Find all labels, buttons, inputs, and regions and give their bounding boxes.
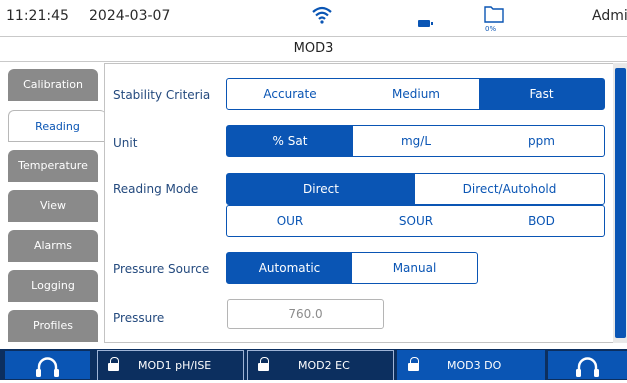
headset-icon bbox=[36, 357, 59, 377]
reading-mode-option-direct[interactable]: Direct bbox=[227, 174, 415, 204]
module-tab-label: MOD2 EC bbox=[298, 359, 350, 372]
user-name[interactable]: Admin bbox=[592, 8, 627, 24]
battery-icon bbox=[418, 13, 434, 27]
unit-label: Unit bbox=[113, 136, 138, 150]
tab-alarms[interactable]: Alarms bbox=[8, 230, 98, 262]
pressure-input[interactable]: 760.0 bbox=[227, 299, 384, 329]
reading-mode-label: Reading Mode bbox=[113, 182, 199, 196]
reading-mode-option-autohold[interactable]: Direct/Autohold bbox=[415, 174, 604, 204]
reading-mode-option-sour[interactable]: SOUR bbox=[353, 206, 479, 236]
unit-option-mgl[interactable]: mg/L bbox=[353, 126, 479, 156]
headset-icon bbox=[576, 357, 599, 377]
lock-icon bbox=[108, 357, 119, 371]
tab-reading[interactable]: Reading bbox=[8, 110, 106, 142]
tab-logging[interactable]: Logging bbox=[8, 270, 98, 302]
scrollbar-thumb[interactable] bbox=[615, 68, 626, 338]
module-tab-mod3[interactable]: MOD3 DO bbox=[397, 350, 545, 380]
tab-calibration[interactable]: Calibration bbox=[8, 69, 98, 101]
headset-button-right[interactable] bbox=[548, 351, 627, 379]
tab-temperature[interactable]: Temperature bbox=[8, 150, 98, 182]
storage-percent: 0% bbox=[485, 25, 497, 33]
pressure-label: Pressure bbox=[113, 311, 165, 325]
tab-profiles[interactable]: Profiles bbox=[8, 310, 98, 342]
stability-label: Stability Criteria bbox=[113, 88, 211, 102]
module-tab-mod2[interactable]: MOD2 EC bbox=[247, 350, 394, 380]
tab-view[interactable]: View bbox=[8, 190, 98, 222]
reading-mode-option-our[interactable]: OUR bbox=[227, 206, 353, 236]
unit-option-sat[interactable]: % Sat bbox=[227, 126, 353, 156]
reading-mode-option-bod[interactable]: BOD bbox=[479, 206, 604, 236]
pressure-source-option-manual[interactable]: Manual bbox=[352, 253, 477, 283]
lock-icon bbox=[408, 357, 419, 371]
unit-option-ppm[interactable]: ppm bbox=[479, 126, 604, 156]
folder-icon[interactable] bbox=[483, 4, 505, 24]
lock-icon bbox=[258, 357, 269, 371]
headset-button-left[interactable] bbox=[5, 351, 90, 379]
module-tab-label: MOD1 pH/ISE bbox=[138, 359, 212, 372]
clock: 11:21:45 bbox=[6, 8, 69, 24]
page-title: MOD3 bbox=[0, 37, 627, 62]
date: 2024-03-07 bbox=[89, 8, 171, 24]
module-tab-mod1[interactable]: MOD1 pH/ISE bbox=[97, 350, 244, 380]
module-tab-label: MOD3 DO bbox=[447, 359, 502, 372]
stability-option-accurate[interactable]: Accurate bbox=[227, 79, 353, 109]
stability-option-fast[interactable]: Fast bbox=[479, 79, 604, 109]
pressure-source-label: Pressure Source bbox=[113, 262, 210, 276]
stability-option-medium[interactable]: Medium bbox=[353, 79, 479, 109]
wifi-icon bbox=[312, 6, 332, 24]
pressure-source-option-automatic[interactable]: Automatic bbox=[227, 253, 352, 283]
